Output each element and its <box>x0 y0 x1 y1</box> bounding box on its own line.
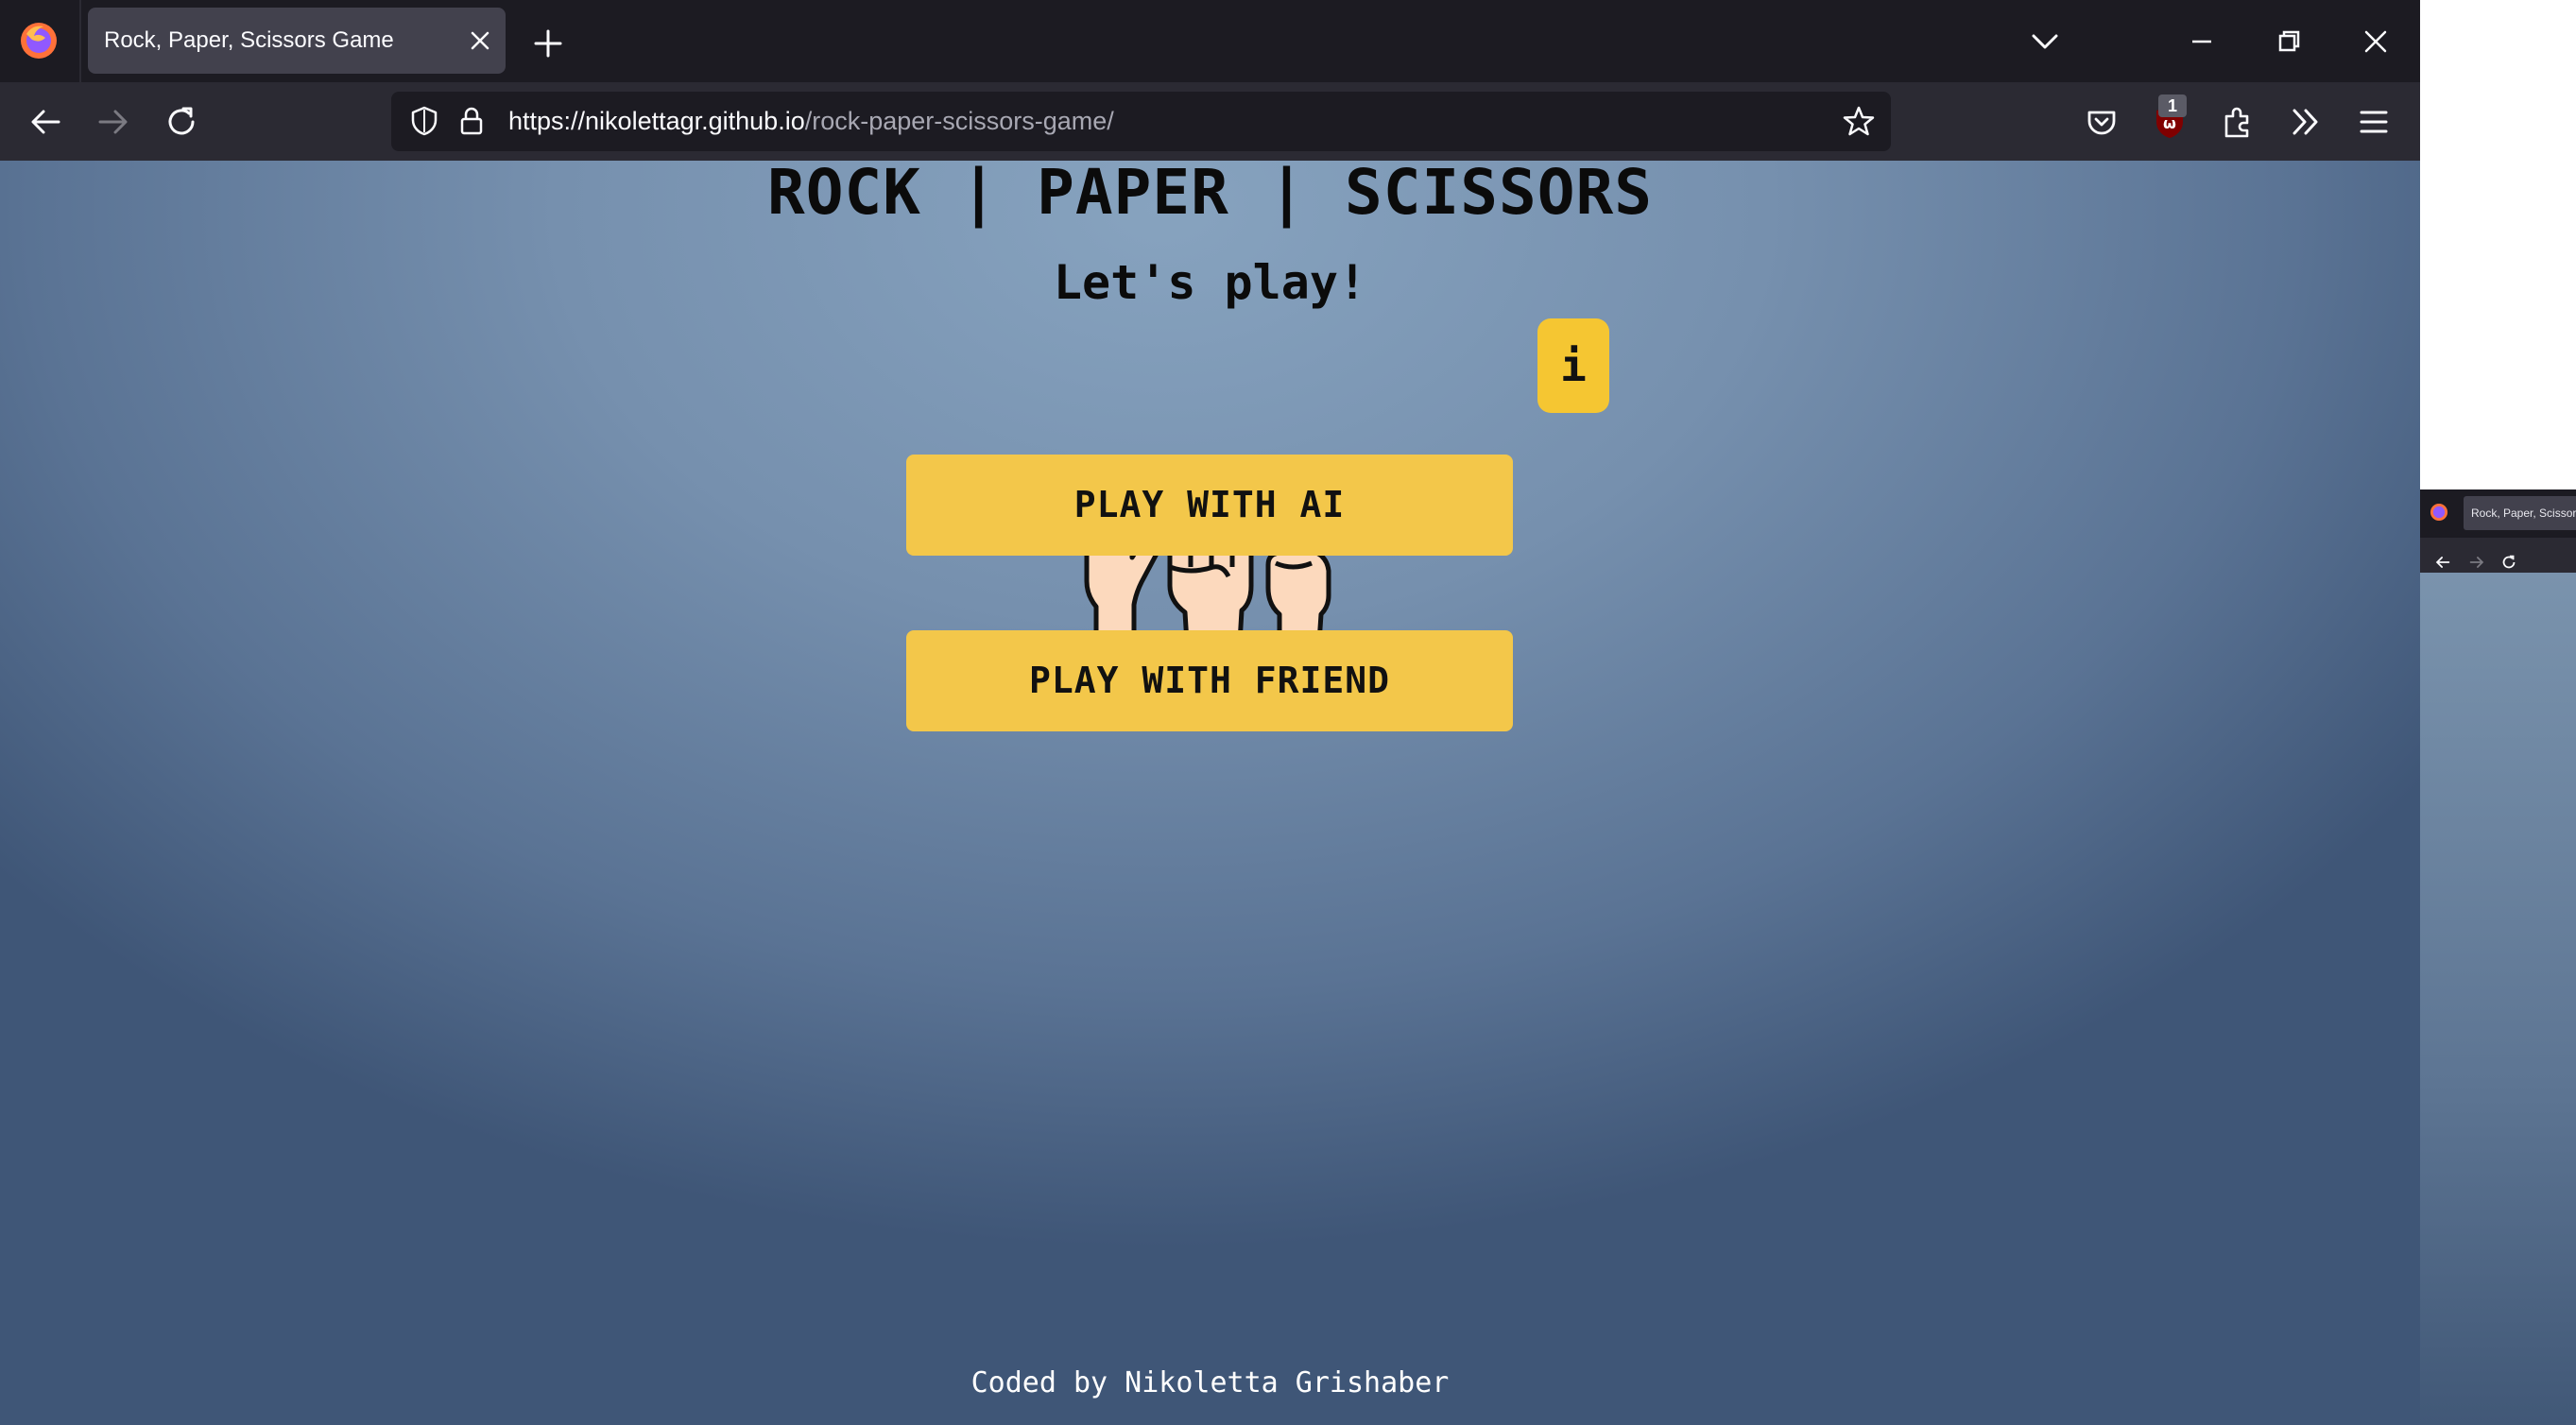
page-title: ROCK | PAPER | SCISSORS <box>767 161 1653 229</box>
forward-icon[interactable] <box>2467 553 2486 572</box>
tracking-protection-shield-icon[interactable] <box>408 105 440 137</box>
page-viewport: ROCK | PAPER | SCISSORS Let's play! i PL… <box>0 161 2420 1425</box>
tab-separator <box>79 0 81 82</box>
url-bar[interactable]: https://nikolettagr.github.io/rock-paper… <box>391 92 1891 151</box>
page-subtitle: Let's play! <box>1053 255 1367 310</box>
minimize-icon[interactable] <box>2183 23 2221 60</box>
url-path: /rock-paper-scissors-game/ <box>804 107 1114 135</box>
tab-title: Rock, Paper, Scissors <box>2471 506 2576 520</box>
page-viewport <box>2420 573 2576 1425</box>
bookmark-star-icon[interactable] <box>1842 104 1876 138</box>
reload-icon[interactable] <box>161 101 202 143</box>
lock-icon[interactable] <box>455 105 488 137</box>
pocket-icon[interactable] <box>2081 101 2122 143</box>
second-browser-window[interactable]: Rock, Paper, Scissors <box>2420 489 2576 1425</box>
play-with-ai-button[interactable]: PLAY WITH AI <box>906 455 1513 556</box>
list-all-tabs-icon[interactable] <box>2026 23 2064 60</box>
firefox-logo-icon[interactable] <box>19 21 59 60</box>
close-window-icon[interactable] <box>2357 23 2395 60</box>
firefox-logo-icon[interactable] <box>2430 503 2448 522</box>
new-tab-icon[interactable] <box>531 26 565 60</box>
restore-icon[interactable] <box>2270 23 2308 60</box>
footer-credit: Coded by Nikoletta Grishaber <box>970 1366 1450 1399</box>
browser-tab-active[interactable]: Rock, Paper, Scissors Game <box>88 8 506 74</box>
extensions-puzzle-icon[interactable] <box>2217 101 2258 143</box>
back-icon[interactable] <box>25 101 66 143</box>
reload-icon[interactable] <box>2499 553 2518 572</box>
close-tab-icon[interactable] <box>468 28 492 53</box>
play-with-friend-button[interactable]: PLAY WITH FRIEND <box>906 630 1513 731</box>
browser-window: Rock, Paper, Scissors Game https://nikol… <box>0 0 2420 1425</box>
forward-icon[interactable] <box>93 101 134 143</box>
info-button[interactable]: i <box>1537 318 1609 413</box>
url-host: https://nikolettagr.github.io <box>508 107 805 135</box>
back-icon[interactable] <box>2433 553 2452 572</box>
browser-tab-active[interactable]: Rock, Paper, Scissors <box>2464 496 2576 530</box>
url-text[interactable]: https://nikolettagr.github.io/rock-paper… <box>508 92 1114 151</box>
tab-bar: Rock, Paper, Scissors Game <box>0 0 2420 82</box>
navigation-toolbar: https://nikolettagr.github.io/rock-paper… <box>0 82 2420 161</box>
extension-badge: 1 <box>2158 94 2187 117</box>
hamburger-menu-icon[interactable] <box>2353 101 2395 143</box>
tab-title: Rock, Paper, Scissors Game <box>104 27 394 53</box>
overflow-chevrons-icon[interactable] <box>2285 101 2327 143</box>
